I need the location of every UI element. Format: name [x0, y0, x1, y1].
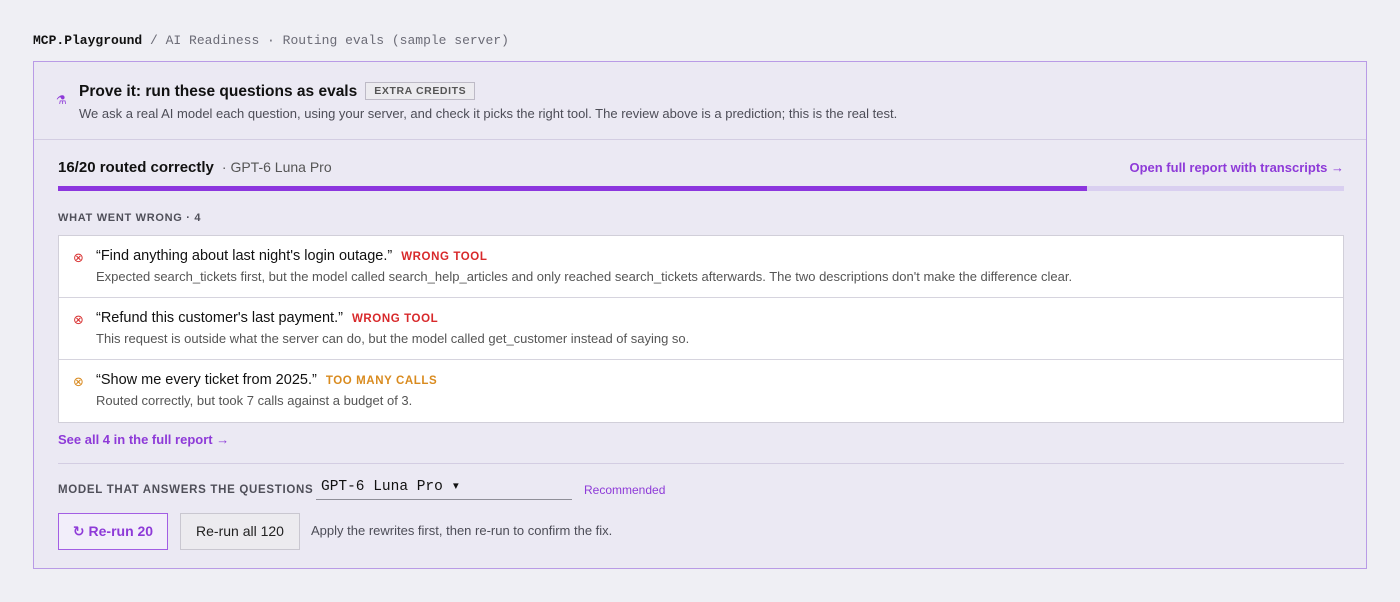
- panel-header: ⚗ Prove it: run these questions as evals…: [34, 62, 1366, 140]
- issue-detail: Expected search_tickets first, but the m…: [96, 269, 1073, 284]
- see-all-link[interactable]: See all 4 in the full report →: [58, 432, 229, 447]
- issue-detail: Routed correctly, but took 7 calls again…: [96, 393, 413, 408]
- extra-credits-badge: EXTRA CREDITS: [365, 82, 476, 100]
- error-circle-icon: ⊗: [73, 312, 84, 327]
- summary-model: · GPT-6 Luna Pro: [221, 159, 332, 175]
- open-full-report-link[interactable]: Open full report with transcripts →: [1129, 160, 1344, 175]
- score-text: 16/20 routed correctly: [58, 159, 214, 176]
- issue-question: “Find anything about last night's login …: [96, 248, 487, 264]
- flask-icon: ⚗: [56, 93, 67, 107]
- issue-row[interactable]: ⊗ “Find anything about last night's logi…: [59, 236, 1343, 298]
- issue-question-text: “Refund this customer's last payment.”: [96, 310, 343, 326]
- divider: [58, 463, 1344, 464]
- rerun-help-text: Apply the rewrites first, then re-run to…: [311, 523, 613, 538]
- error-circle-icon: ⊗: [73, 250, 84, 265]
- issue-detail: This request is outside what the server …: [96, 331, 690, 346]
- brand-link[interactable]: MCP.Playground: [33, 33, 142, 48]
- eval-summary: 16/20 routed correctly · GPT-6 Luna Pro O…: [58, 159, 1344, 177]
- issue-tag: WRONG TOOL: [401, 251, 488, 263]
- issue-question: “Refund this customer's last payment.” WR…: [96, 310, 438, 326]
- issue-row[interactable]: ⊗ “Show me every ticket from 2025.” TOO M…: [59, 360, 1343, 422]
- routing-progress-bar: [58, 186, 1344, 191]
- issue-tag: TOO MANY CALLS: [325, 375, 438, 387]
- evals-panel: ⚗ Prove it: run these questions as evals…: [33, 61, 1367, 569]
- rerun-all-button[interactable]: Re-run all 120: [180, 513, 300, 550]
- routing-progress-fill: [58, 186, 1087, 191]
- model-picker-label: MODEL THAT ANSWERS THE QUESTIONS: [58, 484, 314, 496]
- issue-row[interactable]: ⊗ “Refund this customer's last payment.”…: [59, 298, 1343, 360]
- breadcrumb: MCP.Playground / AI Readiness · Routing …: [33, 33, 509, 48]
- recommended-note: Recommended: [584, 483, 666, 497]
- issues-list: ⊗ “Find anything about last night's logi…: [58, 235, 1344, 423]
- rerun-20-button[interactable]: ↻ Re-run 20: [58, 513, 168, 550]
- panel-title: Prove it: run these questions as evals EX…: [79, 82, 476, 101]
- what-went-wrong-label: WHAT WENT WRONG · 4: [58, 212, 202, 224]
- model-select[interactable]: GPT-6 Luna Pro ▾: [316, 476, 572, 500]
- issue-question-text: “Find anything about last night's login …: [96, 248, 393, 264]
- warning-circle-icon: ⊗: [73, 374, 84, 389]
- issue-question-text: “Show me every ticket from 2025.”: [96, 372, 317, 388]
- issue-question: “Show me every ticket from 2025.” TOO MAN…: [96, 372, 437, 388]
- panel-title-text: Prove it: run these questions as evals: [79, 83, 358, 100]
- issue-tag: WRONG TOOL: [351, 313, 439, 325]
- panel-subtitle: We ask a real AI model each question, us…: [79, 106, 898, 121]
- breadcrumb-path: / AI Readiness · Routing evals (sample s…: [150, 33, 509, 48]
